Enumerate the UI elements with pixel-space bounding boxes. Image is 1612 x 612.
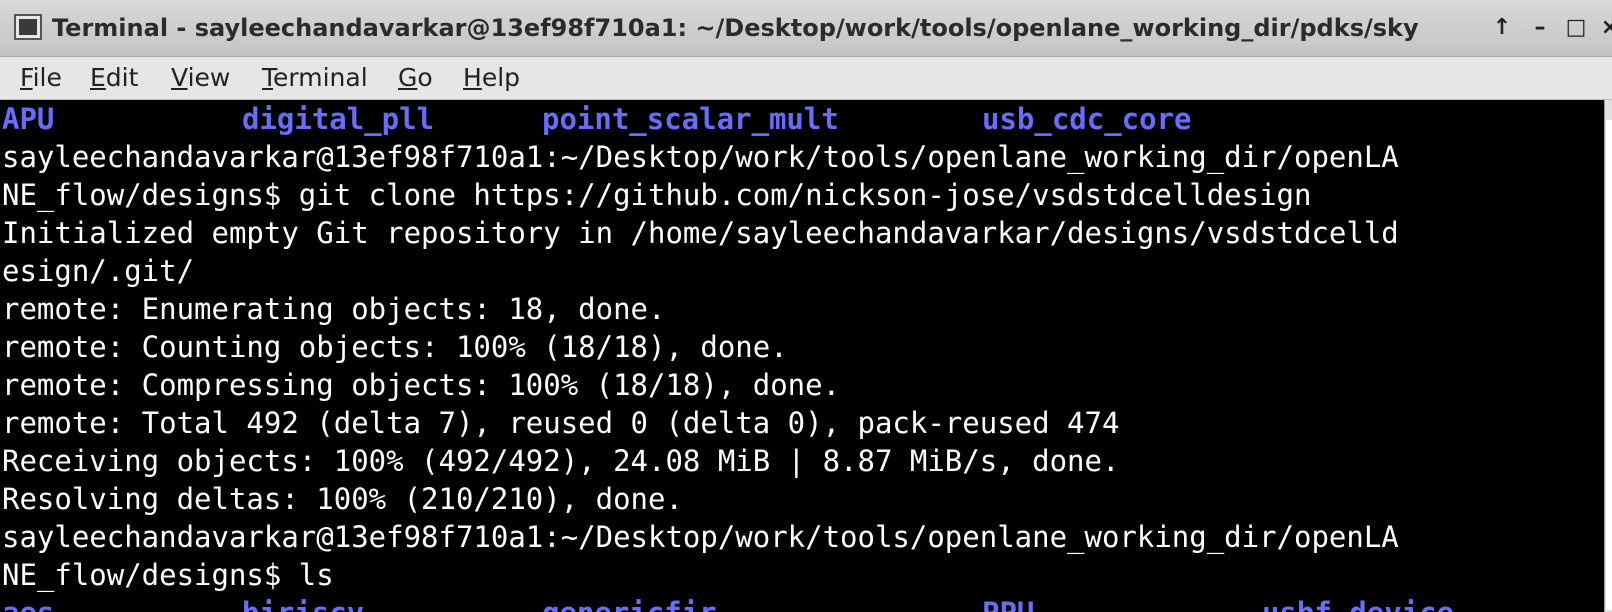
dir-entry: PPU (982, 594, 1034, 612)
terminal-line: sayleechandavarkar@13ef98f710a1:~/Deskto… (2, 140, 1399, 174)
terminal-line: remote: Enumerating objects: 18, done. (2, 292, 666, 326)
terminal-line: NE_flow/designs$ ls (2, 558, 334, 592)
shade-up-icon[interactable]: ↑ (1486, 12, 1518, 44)
dir-entry: aes (2, 594, 54, 612)
close-button[interactable]: × (1594, 12, 1612, 44)
title-bar[interactable]: Terminal - sayleechandavarkar@13ef98f710… (0, 0, 1612, 57)
terminal-line: Initialized empty Git repository in /hom… (2, 216, 1399, 250)
menu-help[interactable]: Help (463, 57, 520, 99)
dir-entry: point_scalar_mult (542, 102, 839, 136)
terminal-line: Receiving objects: 100% (492/492), 24.08… (2, 444, 1120, 478)
minimize-button[interactable]: – (1524, 12, 1556, 44)
menu-view[interactable]: View (171, 57, 230, 99)
terminal-line: Resolving deltas: 100% (210/210), done. (2, 482, 683, 516)
terminal-window: Terminal - sayleechandavarkar@13ef98f710… (0, 0, 1612, 612)
dir-entry: APU (2, 102, 55, 136)
menu-edit[interactable]: Edit (90, 57, 138, 99)
maximize-button[interactable]: □ (1560, 12, 1592, 44)
terminal-output[interactable]: APU digital_pll point_scalar_mult usb_cd… (0, 100, 1604, 612)
dir-entry: genericfir (542, 594, 717, 612)
terminal-line: esign/.git/ (2, 254, 195, 288)
scrollbar-thumb[interactable] (1606, 120, 1612, 610)
dir-entry: digital_pll (242, 102, 435, 136)
terminal-line: remote: Counting objects: 100% (18/18), … (2, 330, 788, 364)
menu-go[interactable]: Go (398, 57, 433, 99)
menu-bar: File Edit View Terminal Go Help (0, 57, 1612, 100)
menu-terminal[interactable]: Terminal (262, 57, 368, 99)
terminal-line: sayleechandavarkar@13ef98f710a1:~/Deskto… (2, 520, 1399, 554)
vertical-scrollbar[interactable] (1604, 100, 1612, 612)
menu-file[interactable]: File (20, 57, 62, 99)
window-title: Terminal - sayleechandavarkar@13ef98f710… (52, 14, 1419, 42)
terminal-line: remote: Total 492 (delta 7), reused 0 (d… (2, 406, 1120, 440)
terminal-app-icon (14, 14, 42, 40)
dir-entry: usb_cdc_core (982, 102, 1192, 136)
terminal-line: NE_flow/designs$ git clone https://githu… (2, 178, 1312, 212)
dir-entry: usbf_device (1262, 594, 1454, 612)
dir-entry: biriscv (242, 594, 364, 612)
terminal-line: remote: Compressing objects: 100% (18/18… (2, 368, 841, 402)
